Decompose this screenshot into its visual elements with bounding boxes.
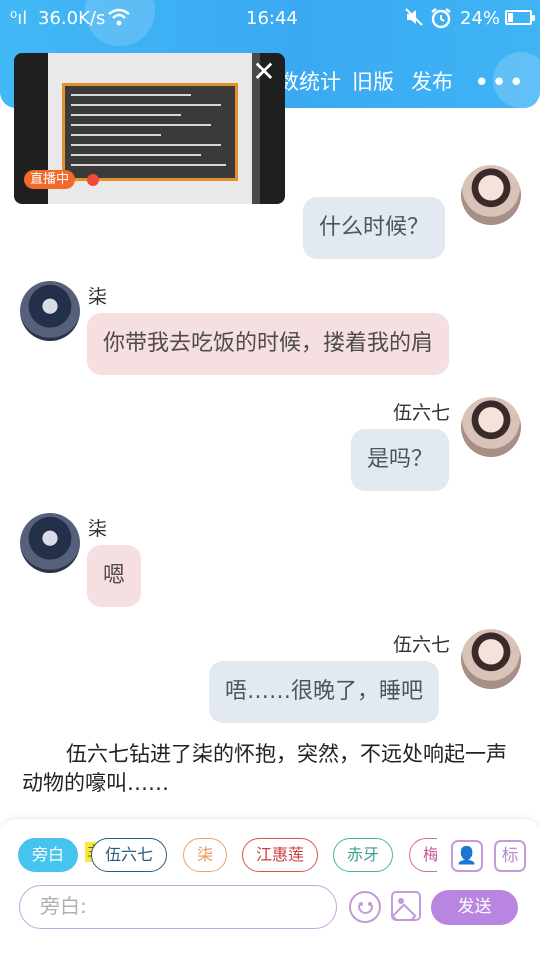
battery-icon (505, 10, 535, 25)
role-chip-chiya[interactable]: 赤牙 (333, 838, 394, 872)
avatar[interactable] (461, 397, 521, 457)
image-icon[interactable] (391, 891, 421, 921)
chat-bubble[interactable]: 嗯 (87, 545, 142, 607)
close-live-icon[interactable]: ✕ (251, 58, 277, 86)
speaker-name: 柒 (88, 286, 108, 308)
emoji-mouth (358, 905, 373, 914)
role-manage-icon[interactable]: 👤 (451, 840, 483, 872)
alarm-icon (430, 7, 452, 34)
chat-bubble[interactable]: 唔……很晚了，睡吧 (209, 661, 440, 723)
stats-button[interactable]: 数统计 (278, 66, 341, 96)
narration-text[interactable]: 伍六七钻进了柒的怀抱，突然，不远处响起一声动物的嚎叫…… (22, 740, 522, 798)
chat-bubble[interactable]: 什么时候？ (303, 197, 446, 259)
role-chip-wuliuqi[interactable]: 伍六七 (91, 838, 168, 872)
avatar[interactable] (461, 165, 521, 225)
wifi-icon (108, 7, 130, 32)
battery-fill (508, 13, 513, 22)
live-video-slide (62, 83, 238, 181)
mute-icon (404, 7, 424, 32)
speaker-name: 伍六七 (393, 402, 451, 424)
speaker-name: 伍六七 (393, 634, 451, 656)
role-chip-narrator[interactable]: 旁白 (18, 838, 79, 872)
chat-bubble[interactable]: 你带我去吃饭的时候，搂着我的肩 (87, 313, 450, 375)
chat-bubble[interactable]: 是吗？ (351, 429, 450, 491)
network-speed: 36.0K/s (38, 8, 106, 29)
emoji-icon[interactable] (349, 891, 381, 923)
live-video-window[interactable]: ✕ 直播中 (14, 53, 285, 204)
mark-button[interactable]: 标 (494, 840, 526, 872)
signal-icon: ⁰ıl (10, 8, 28, 29)
story-editor-screen: ⁰ıl 36.0K/s 16:44 24% 数统计 旧版 发布 ••• ✕ 直播… (0, 0, 540, 960)
old-version-button[interactable]: 旧版 (352, 66, 394, 96)
more-menu-icon[interactable]: ••• (474, 68, 526, 98)
status-time: 16:44 (246, 8, 298, 29)
avatar[interactable] (461, 629, 521, 689)
speaker-name: 柒 (88, 518, 108, 540)
role-chip-qi[interactable]: 柒 (183, 838, 228, 872)
publish-button[interactable]: 发布 (411, 66, 453, 96)
live-badge: 直播中 (24, 170, 76, 189)
live-record-dot (87, 174, 99, 186)
avatar[interactable] (20, 281, 80, 341)
status-bar: ⁰ıl 36.0K/s 16:44 24% (0, 0, 540, 38)
image-mountain (393, 903, 417, 919)
battery-percent: 24% (460, 8, 501, 29)
message-input[interactable]: 旁白: (19, 885, 337, 929)
role-chip-jianghuilian[interactable]: 江惠莲 (242, 838, 319, 872)
avatar[interactable] (20, 513, 80, 573)
role-chip-mei[interactable]: 梅 (409, 838, 437, 872)
send-button[interactable]: 发送 (431, 890, 518, 925)
